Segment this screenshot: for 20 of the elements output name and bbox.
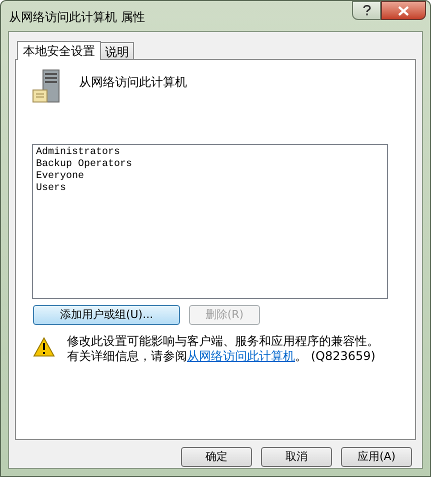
help-link[interactable]: 从网络访问此计算机 <box>187 349 295 363</box>
cancel-button[interactable]: 取消 <box>261 447 332 467</box>
close-icon <box>398 6 409 16</box>
member-item[interactable]: Administrators <box>36 147 384 159</box>
window-title: 从网络访问此计算机 属性 <box>9 9 145 26</box>
warning-message: 修改此设置可能影响与客户端、服务和应用程序的兼容性。 有关详细信息，请参阅从网络访问此计算机。 (Q823659) <box>67 334 379 364</box>
members-list[interactable]: Administrators Backup Operators Everyone Users <box>32 144 388 299</box>
tab[interactable]: 本地安全设置 <box>17 41 101 60</box>
help-icon <box>362 5 370 16</box>
policy-title: 从网络访问此计算机 <box>79 74 187 91</box>
add-user-button[interactable]: 添加用户或组(U)... <box>33 305 180 325</box>
member-item[interactable]: Users <box>36 183 384 195</box>
ok-button[interactable]: 确定 <box>181 447 252 467</box>
tab[interactable]: 说明 <box>101 42 134 59</box>
member-item[interactable]: Backup Operators <box>36 159 384 171</box>
warning-icon <box>33 337 55 357</box>
close-button[interactable] <box>381 1 426 20</box>
member-item[interactable]: Everyone <box>36 171 384 183</box>
apply-button[interactable]: 应用(A) <box>341 447 412 467</box>
help-button[interactable] <box>352 1 381 20</box>
